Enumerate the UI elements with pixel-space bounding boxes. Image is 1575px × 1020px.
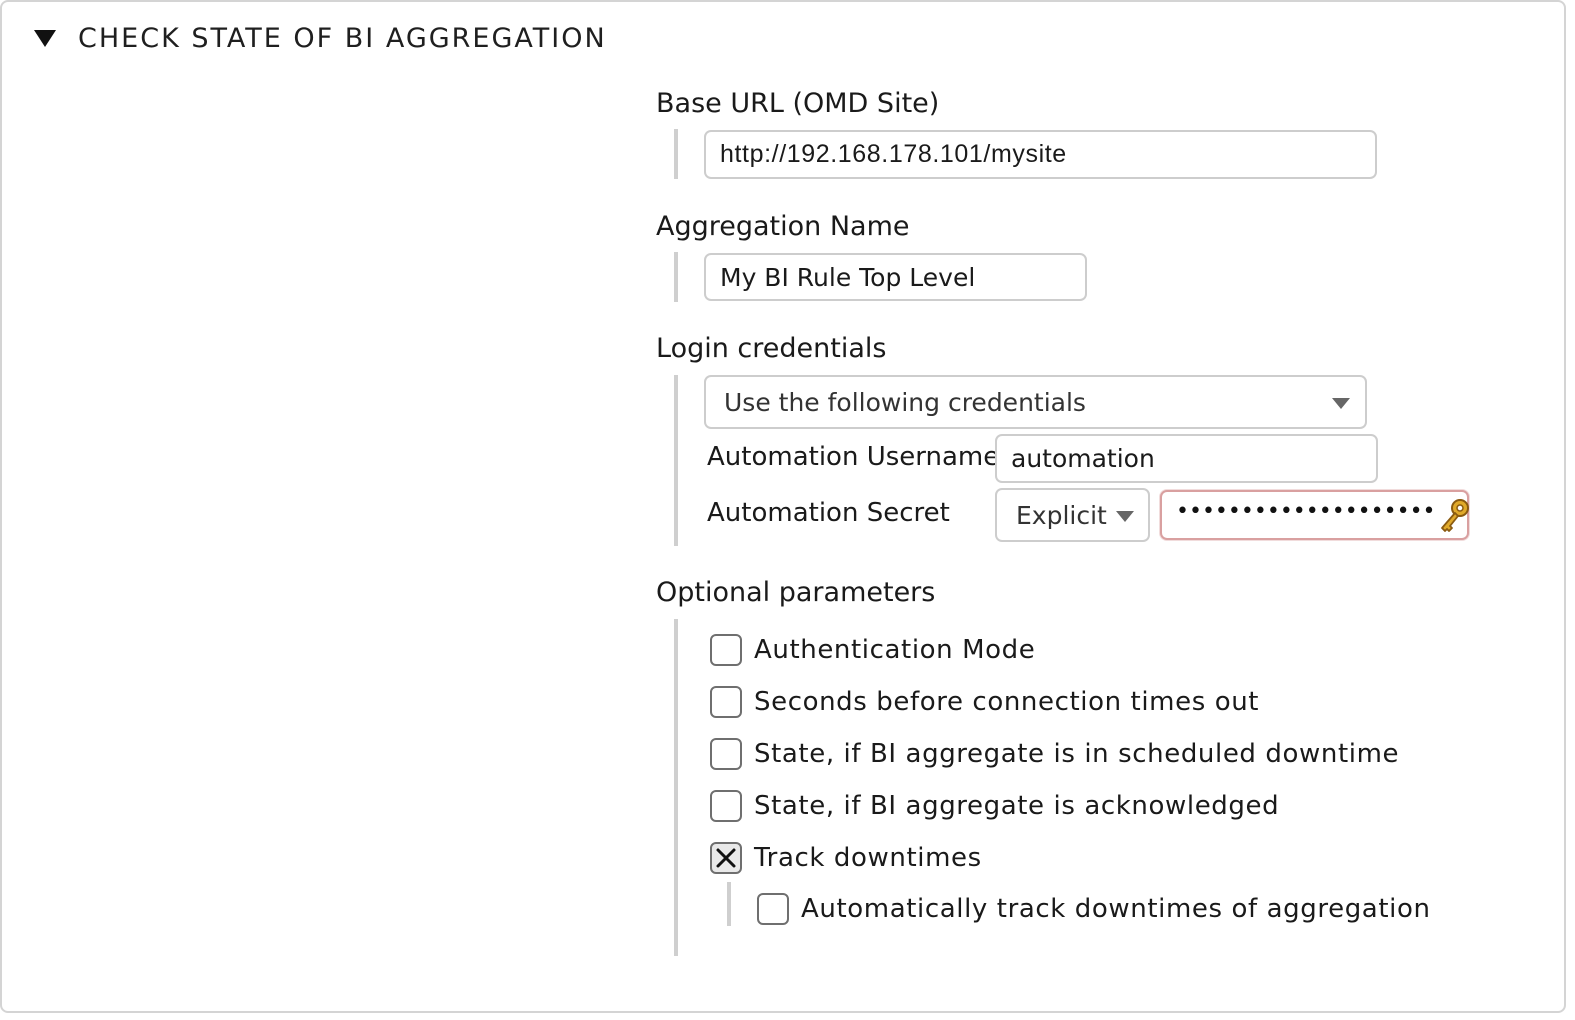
triangle-down-icon[interactable] xyxy=(34,29,56,47)
option-connection-timeout[interactable]: Seconds before connection times out xyxy=(710,684,1259,720)
key-icon[interactable] xyxy=(1436,496,1472,534)
credentials-mode-value: Use the following credentials xyxy=(724,387,1086,417)
aggregation-name-label: Aggregation Name xyxy=(656,211,910,242)
option-label: Authentication Mode xyxy=(754,635,1036,665)
checkbox-checked[interactable] xyxy=(710,842,742,874)
option-track-downtimes[interactable]: Track downtimes xyxy=(710,840,982,876)
track-downtimes-indent-bar xyxy=(727,882,731,926)
aggregation-name-indent-bar xyxy=(674,252,678,302)
option-label: State, if BI aggregate is acknowledged xyxy=(754,791,1280,821)
optional-parameters-indent-bar xyxy=(674,619,678,956)
chevron-down-icon xyxy=(1116,511,1134,522)
option-label: Seconds before connection times out xyxy=(754,687,1260,717)
checkbox[interactable] xyxy=(710,634,742,666)
option-state-acknowledged[interactable]: State, if BI aggregate is acknowledged xyxy=(710,788,1279,824)
password-mask: •••••••••••••••••••• xyxy=(1176,498,1436,524)
option-authentication-mode[interactable]: Authentication Mode xyxy=(710,632,1035,668)
option-auto-track-downtimes[interactable]: Automatically track downtimes of aggrega… xyxy=(757,891,1431,927)
login-credentials-label: Login credentials xyxy=(656,333,887,364)
automation-secret-input[interactable]: •••••••••••••••••••• xyxy=(1160,490,1469,540)
checkbox[interactable] xyxy=(710,790,742,822)
checkbox[interactable] xyxy=(710,686,742,718)
option-label: State, if BI aggregate is in scheduled d… xyxy=(754,739,1400,769)
section-title: CHECK STATE OF BI AGGREGATION xyxy=(78,22,607,54)
automation-secret-label: Automation Secret xyxy=(707,498,950,528)
base-url-indent-bar xyxy=(674,129,678,179)
base-url-input[interactable]: http://192.168.178.101/mysite xyxy=(704,130,1377,179)
option-label: Automatically track downtimes of aggrega… xyxy=(801,894,1431,924)
base-url-label: Base URL (OMD Site) xyxy=(656,88,940,119)
checkbox[interactable] xyxy=(710,738,742,770)
section-header[interactable]: CHECK STATE OF BI AGGREGATION xyxy=(34,18,607,58)
optional-parameters-label: Optional parameters xyxy=(656,577,936,608)
automation-username-input[interactable]: automation xyxy=(995,434,1378,483)
login-credentials-indent-bar xyxy=(674,375,678,546)
secret-mode-value: Explicit xyxy=(1016,500,1107,530)
secret-mode-select[interactable]: Explicit xyxy=(995,488,1150,542)
chevron-down-icon xyxy=(1332,398,1350,409)
option-state-scheduled-downtime[interactable]: State, if BI aggregate is in scheduled d… xyxy=(710,736,1399,772)
aggregation-name-input[interactable]: My BI Rule Top Level xyxy=(704,253,1087,301)
checkbox[interactable] xyxy=(757,893,789,925)
option-label: Track downtimes xyxy=(754,843,982,873)
x-check-icon xyxy=(716,848,736,868)
automation-username-label: Automation Username xyxy=(707,442,1000,472)
credentials-mode-select[interactable]: Use the following credentials xyxy=(704,375,1367,429)
